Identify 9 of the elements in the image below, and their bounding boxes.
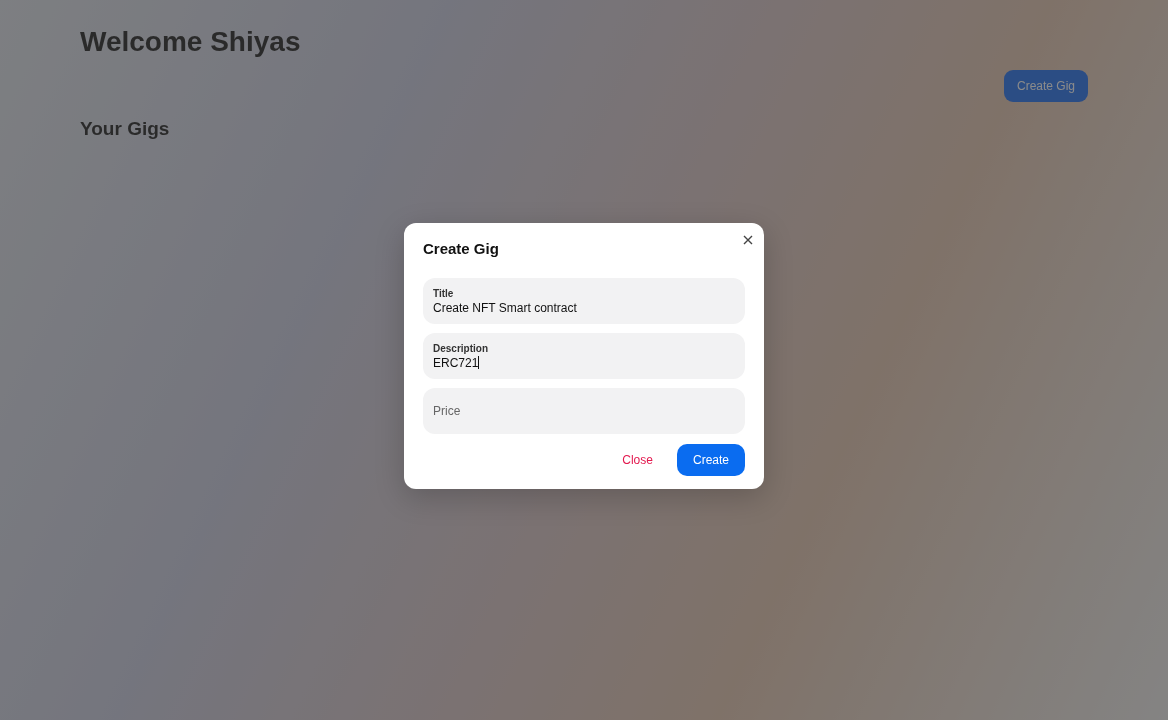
input-field[interactable]: Price [423, 388, 745, 434]
create-button[interactable]: Create [676, 444, 745, 476]
input-field[interactable]: Description ERC721 [423, 333, 745, 379]
close-button[interactable]: Close [606, 444, 669, 476]
modal-title: Create Gig [423, 240, 499, 257]
close-icon[interactable] [743, 235, 753, 245]
page-heading: Welcome Shiyas [80, 26, 302, 58]
section-title: Your Gigs [80, 118, 171, 140]
input-field[interactable]: Title Create NFT Smart contract [423, 278, 745, 324]
